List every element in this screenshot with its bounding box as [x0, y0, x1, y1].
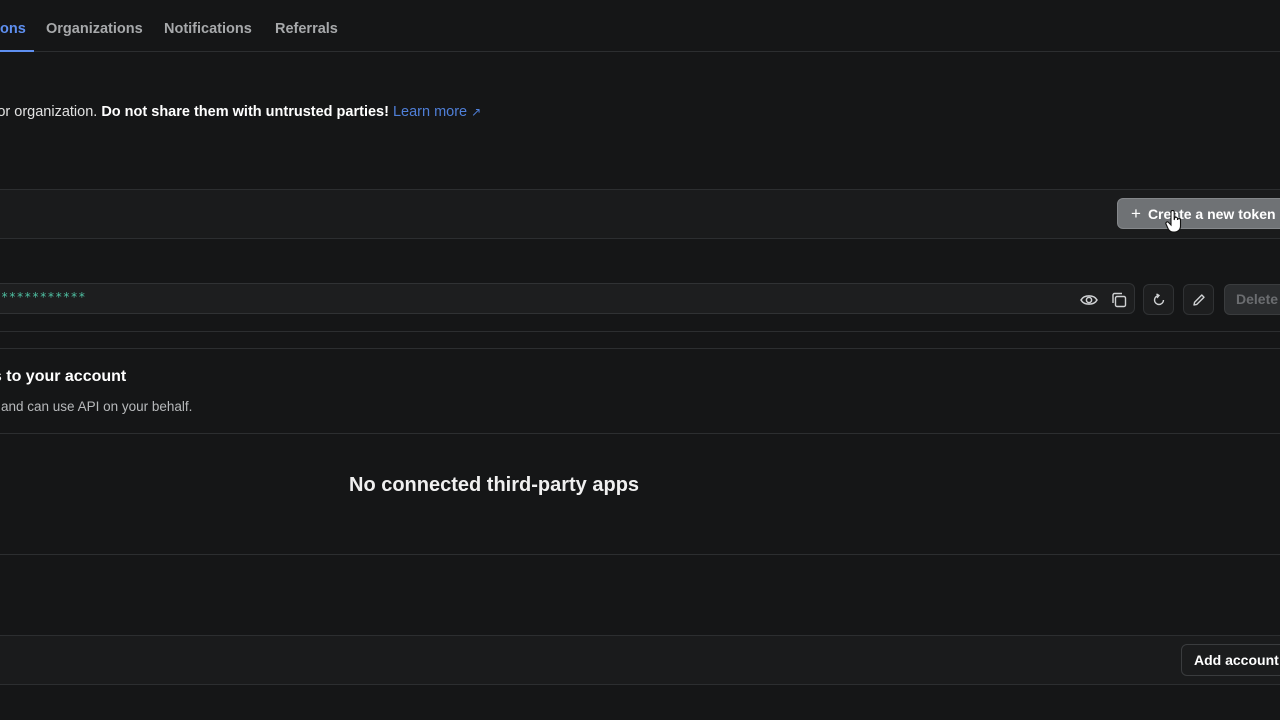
refresh-icon: [1153, 292, 1164, 305]
plus-icon: +: [1131, 204, 1141, 223]
token-warning: int or organization. Do not share them w…: [0, 104, 481, 120]
show-token-button[interactable]: [1073, 284, 1104, 315]
divider: [0, 238, 1280, 239]
divider: [0, 331, 1280, 332]
create-token-button[interactable]: + Create a new token: [1117, 198, 1280, 229]
divider: [0, 684, 1280, 685]
delete-token-button[interactable]: Delete: [1224, 284, 1280, 315]
copy-token-button[interactable]: [1103, 284, 1134, 315]
empty-state-message: No connected third-party apps: [349, 474, 640, 496]
divider: [0, 554, 1280, 555]
tab-organizations[interactable]: Organizations: [46, 0, 143, 51]
learn-more-link[interactable]: Learn more ↗: [393, 104, 481, 120]
tokens-header: [0, 190, 1280, 238]
edit-icon: [1192, 293, 1205, 306]
divider: [0, 348, 1280, 349]
edit-token-button[interactable]: [1183, 284, 1214, 315]
copy-icon: [1111, 292, 1126, 307]
tab-notifications[interactable]: Notifications: [164, 0, 252, 51]
tab-applications[interactable]: ons: [0, 0, 34, 52]
warning-bold: Do not share them with untrusted parties…: [101, 104, 389, 120]
add-account-button[interactable]: Add account: [1181, 644, 1280, 676]
hand-cursor-icon: [1165, 210, 1182, 233]
token-field[interactable]: ***********: [0, 283, 1135, 314]
accounts-header: [0, 636, 1280, 684]
eye-icon: [1079, 294, 1098, 305]
divider: [0, 433, 1280, 434]
token-masked-value: ***********: [1, 290, 86, 304]
warning-text: int or organization.: [0, 104, 98, 120]
regenerate-token-button[interactable]: [1143, 284, 1174, 315]
tab-referrals[interactable]: Referrals: [275, 0, 338, 51]
connected-apps-title: ss to your account: [0, 368, 127, 385]
learn-more-label: Learn more: [392, 104, 468, 120]
settings-page: ons Organizations Notifications Referral…: [0, 0, 1280, 720]
external-link-icon: ↗: [471, 105, 482, 119]
connected-apps-subtitle: nt and can use API on your behalf.: [0, 399, 193, 414]
settings-tabs: ons Organizations Notifications Referral…: [0, 0, 1280, 52]
